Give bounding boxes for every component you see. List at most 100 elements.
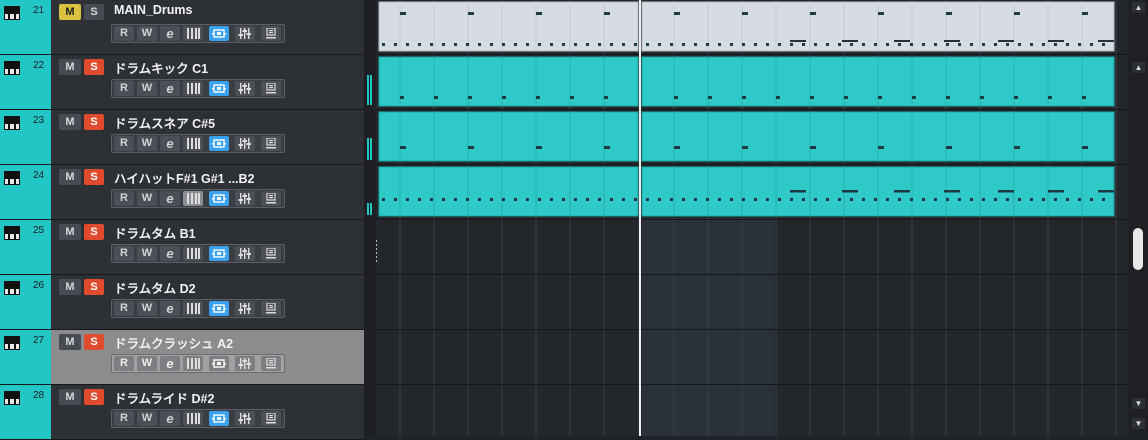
monitor-button[interactable] (209, 191, 229, 206)
midi-keyboard-button[interactable] (183, 301, 203, 316)
arrange-view[interactable] (376, 0, 1128, 436)
track-name[interactable]: MAIN_Drums (114, 3, 193, 17)
edit-instrument-button[interactable]: e (160, 191, 180, 206)
solo-button[interactable]: S (84, 334, 104, 350)
edit-instrument-button[interactable]: e (160, 81, 180, 96)
mute-button[interactable]: M (59, 224, 81, 240)
track-controls[interactable]: M S ドラムタム D2 R W e (51, 275, 364, 329)
track-controls[interactable]: M S ドラムクラッシュ A2 R W e (51, 330, 364, 384)
midi-part[interactable] (378, 111, 639, 162)
read-automation-button[interactable]: R (114, 191, 134, 206)
solo-button[interactable]: S (84, 389, 104, 405)
scroll-up-arrow-icon[interactable]: ▲ (1132, 62, 1145, 73)
monitor-button[interactable] (209, 301, 229, 316)
channel-settings-button[interactable] (235, 81, 255, 96)
inserts-button[interactable] (261, 246, 281, 261)
edit-instrument-button[interactable]: e (160, 356, 180, 371)
inserts-button[interactable] (261, 136, 281, 151)
inserts-button[interactable] (261, 411, 281, 426)
read-automation-button[interactable]: R (114, 411, 134, 426)
solo-button[interactable]: S (84, 59, 104, 75)
midi-keyboard-button[interactable] (183, 411, 203, 426)
track-name[interactable]: ドラムライド D#2 (114, 388, 214, 407)
inserts-button[interactable] (261, 356, 281, 371)
midi-part[interactable] (378, 56, 639, 107)
track-controls[interactable]: M S ドラムライド D#2 R W e (51, 385, 364, 439)
inserts-button[interactable] (261, 26, 281, 41)
midi-keyboard-button[interactable] (183, 246, 203, 261)
midi-keyboard-button[interactable] (183, 191, 203, 206)
edit-instrument-button[interactable]: e (160, 26, 180, 41)
read-automation-button[interactable]: R (114, 26, 134, 41)
solo-button[interactable]: S (84, 4, 104, 20)
edit-instrument-button[interactable]: e (160, 301, 180, 316)
track-color-strip[interactable]: 28 (0, 385, 51, 439)
track-color-strip[interactable]: 26 (0, 275, 51, 329)
write-automation-button[interactable]: W (137, 136, 157, 151)
track-header[interactable]: 23 M S ドラムスネア C#5 R W e (0, 110, 364, 165)
track-controls[interactable]: M S ドラムキック C1 R W e (51, 55, 364, 109)
write-automation-button[interactable]: W (137, 411, 157, 426)
inserts-button[interactable] (261, 191, 281, 206)
monitor-button[interactable] (209, 136, 229, 151)
mute-button[interactable]: M (59, 4, 81, 20)
midi-keyboard-button[interactable] (183, 26, 203, 41)
track-controls[interactable]: M S ドラムタム B1 R W e (51, 220, 364, 274)
read-automation-button[interactable]: R (114, 301, 134, 316)
mute-button[interactable]: M (59, 169, 81, 185)
track-controls[interactable]: M S MAIN_Drums R W e (51, 0, 364, 54)
track-color-strip[interactable]: 21 (0, 0, 51, 54)
track-header[interactable]: 26 M S ドラムタム D2 R W e (0, 275, 364, 330)
track-name[interactable]: ドラムタム B1 (114, 223, 196, 242)
inserts-button[interactable] (261, 81, 281, 96)
monitor-button[interactable] (209, 356, 229, 371)
read-automation-button[interactable]: R (114, 356, 134, 371)
solo-button[interactable]: S (84, 224, 104, 240)
track-color-strip[interactable]: 24 (0, 165, 51, 219)
channel-settings-button[interactable] (235, 356, 255, 371)
arrange-grid[interactable] (376, 0, 1128, 436)
track-name[interactable]: ハイハットF#1 G#1 ...B2 (114, 168, 255, 187)
track-name[interactable]: ドラムキック C1 (114, 58, 208, 77)
midi-keyboard-button[interactable] (183, 81, 203, 96)
track-color-strip[interactable]: 23 (0, 110, 51, 164)
track-header[interactable]: 28 M S ドラムライド D#2 R W e (0, 385, 364, 440)
solo-button[interactable]: S (84, 169, 104, 185)
write-automation-button[interactable]: W (137, 81, 157, 96)
scroll-down-arrow-icon[interactable]: ▼ (1132, 398, 1145, 409)
channel-settings-button[interactable] (235, 246, 255, 261)
midi-keyboard-button[interactable] (183, 136, 203, 151)
scroll-down-arrow-icon[interactable]: ▼ (1132, 418, 1145, 429)
channel-settings-button[interactable] (235, 136, 255, 151)
read-automation-button[interactable]: R (114, 81, 134, 96)
channel-settings-button[interactable] (235, 26, 255, 41)
mute-button[interactable]: M (59, 279, 81, 295)
track-controls[interactable]: M S ドラムスネア C#5 R W e (51, 110, 364, 164)
write-automation-button[interactable]: W (137, 26, 157, 41)
channel-settings-button[interactable] (235, 411, 255, 426)
mute-button[interactable]: M (59, 114, 81, 130)
vertical-scrollbar[interactable]: ▲ ▲ ▼ ▼ (1129, 0, 1148, 436)
monitor-button[interactable] (209, 411, 229, 426)
monitor-button[interactable] (209, 26, 229, 41)
midi-keyboard-button[interactable] (183, 356, 203, 371)
track-header[interactable]: 25 M S ドラムタム B1 R W e (0, 220, 364, 275)
track-header[interactable]: 21 M S MAIN_Drums R W e (0, 0, 364, 55)
inserts-button[interactable] (261, 301, 281, 316)
solo-button[interactable]: S (84, 279, 104, 295)
edit-instrument-button[interactable]: e (160, 411, 180, 426)
midi-part[interactable] (378, 166, 639, 217)
track-controls[interactable]: M S ハイハットF#1 G#1 ...B2 R W e (51, 165, 364, 219)
read-automation-button[interactable]: R (114, 246, 134, 261)
track-header[interactable]: 27 M S ドラムクラッシュ A2 R W e (0, 330, 364, 385)
mute-button[interactable]: M (59, 334, 81, 350)
scroll-up-arrow-icon[interactable]: ▲ (1132, 2, 1145, 13)
channel-settings-button[interactable] (235, 301, 255, 316)
mute-button[interactable]: M (59, 59, 81, 75)
track-color-strip[interactable]: 25 (0, 220, 51, 274)
write-automation-button[interactable]: W (137, 301, 157, 316)
edit-instrument-button[interactable]: e (160, 136, 180, 151)
write-automation-button[interactable]: W (137, 246, 157, 261)
write-automation-button[interactable]: W (137, 191, 157, 206)
track-name[interactable]: ドラムスネア C#5 (114, 113, 215, 132)
